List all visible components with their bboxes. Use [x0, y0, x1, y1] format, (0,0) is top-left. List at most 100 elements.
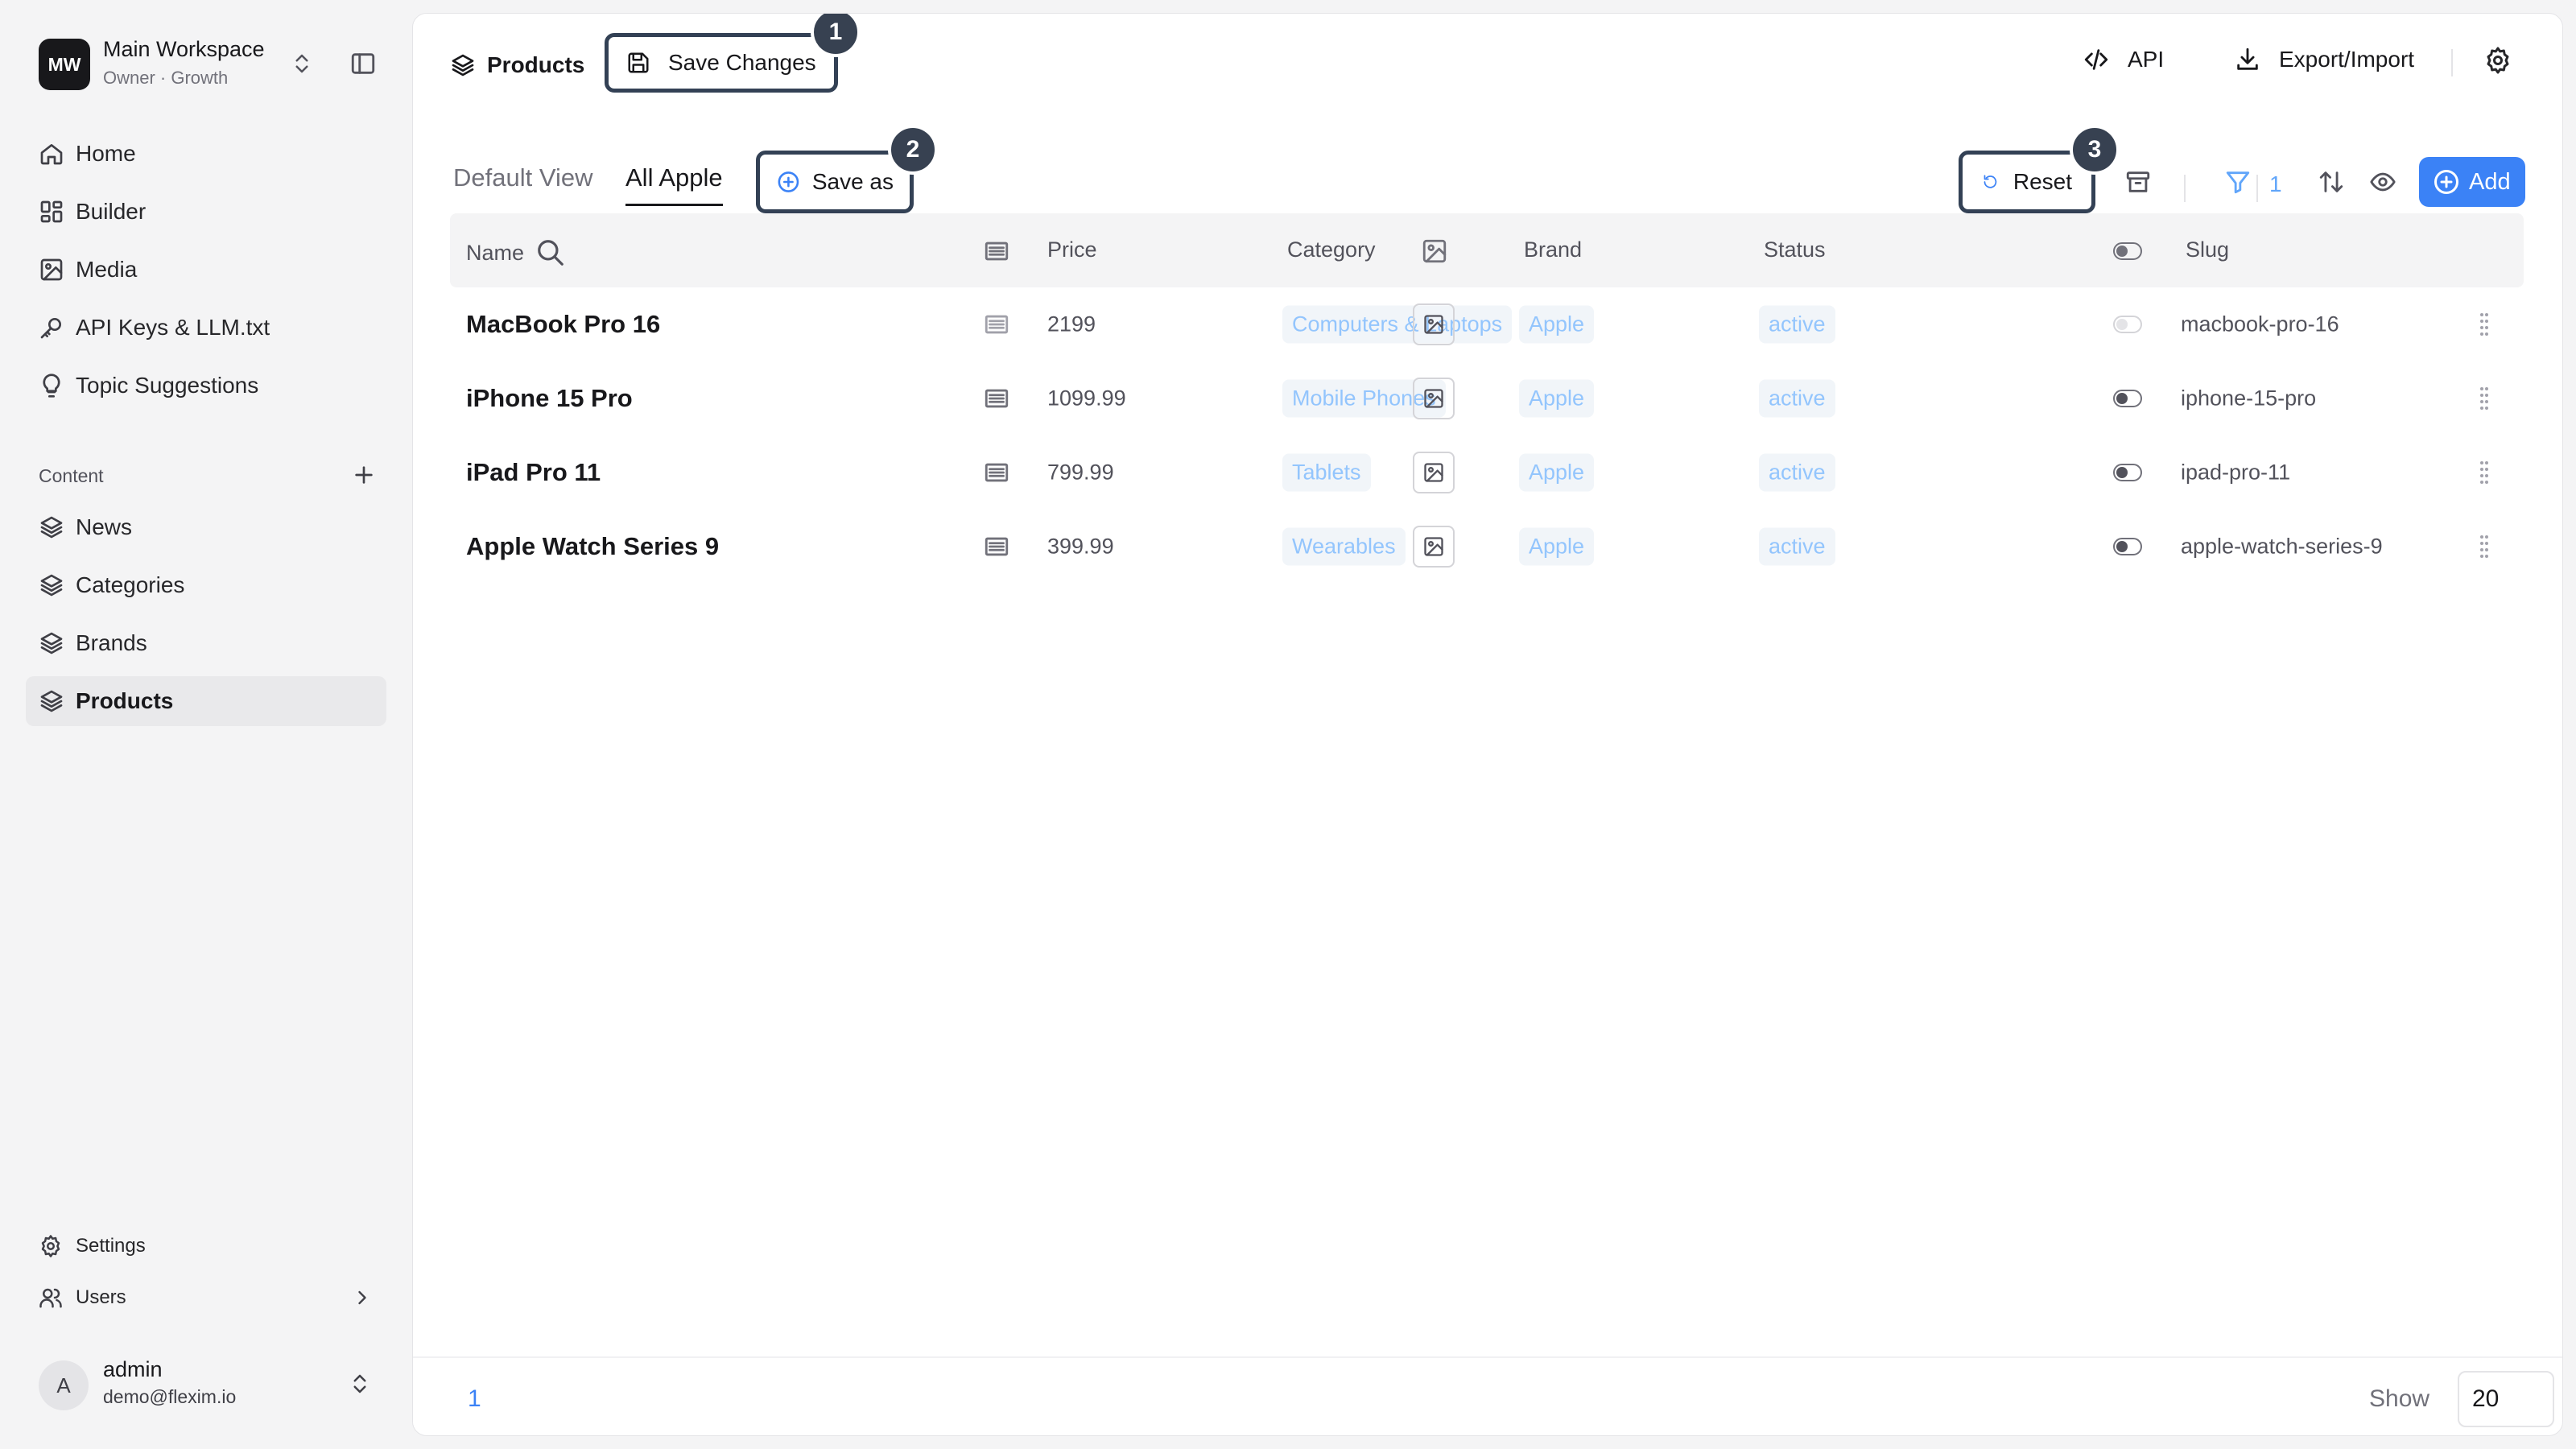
brand-chip[interactable]: Apple [1519, 527, 1595, 566]
export-import-label: Export/Import [2279, 47, 2415, 72]
table-row[interactable]: MacBook Pro 16 2199 Computers & Laptops … [450, 287, 2524, 361]
page-size-input[interactable]: 20 [2458, 1371, 2554, 1427]
row-menu-icon[interactable] [2479, 385, 2490, 412]
chevron-up-down-icon[interactable] [290, 50, 314, 77]
sidebar-item-home[interactable]: Home [26, 129, 386, 179]
toggle-switch[interactable] [2113, 390, 2142, 407]
table-row[interactable]: Apple Watch Series 9 399.99 Wearables Ap… [450, 510, 2524, 584]
table-row[interactable]: iPad Pro 11 799.99 Tablets Apple active … [450, 436, 2524, 510]
add-label: Add [2469, 168, 2511, 195]
sidebar-item-label: News [76, 514, 133, 539]
divider [2184, 175, 2186, 202]
sidebar-item-label: Home [76, 141, 136, 166]
plus-circle-icon [778, 171, 799, 192]
search-icon[interactable] [535, 237, 566, 268]
category-chip[interactable]: Tablets [1282, 453, 1371, 492]
image-thumbnail[interactable] [1413, 378, 1455, 419]
save-as-label: Save as [811, 169, 894, 194]
reset-icon [1984, 175, 1997, 188]
sidebar-item-label: Users [76, 1286, 126, 1308]
column-header-name[interactable]: Name [466, 237, 566, 268]
image-thumbnail[interactable] [1413, 526, 1455, 568]
product-slug: ipad-pro-11 [2181, 460, 2291, 485]
column-header-category[interactable]: Category [1287, 237, 1376, 262]
row-menu-icon[interactable] [2479, 311, 2490, 338]
column-header-status[interactable]: Status [1764, 237, 1826, 262]
table-row[interactable]: iPhone 15 Pro 1099.99 Mobile Phones Appl… [450, 361, 2524, 436]
user-menu[interactable]: A admin demo@flexim.io [39, 1356, 380, 1417]
product-name[interactable]: Apple Watch Series 9 [466, 532, 719, 561]
product-name[interactable]: iPad Pro 11 [466, 458, 601, 487]
sidebar-item-builder[interactable]: Builder [26, 187, 386, 237]
tab-all-apple[interactable]: All Apple [625, 163, 723, 206]
brand-chip[interactable]: Apple [1519, 379, 1595, 418]
column-header-slug[interactable]: Slug [2186, 237, 2229, 262]
product-name[interactable]: MacBook Pro 16 [466, 310, 660, 339]
text-field-icon [985, 242, 1009, 261]
main-panel: Products Save Changes 1 API Export/Impor… [412, 13, 2563, 1436]
sidebar-item-categories[interactable]: Categories [26, 560, 386, 610]
image-thumbnail[interactable] [1413, 303, 1455, 345]
sidebar-item-brands[interactable]: Brands [26, 618, 386, 668]
product-name[interactable]: iPhone 15 Pro [466, 384, 633, 413]
export-import-button[interactable]: Export/Import [2234, 46, 2414, 73]
workspace-name: Main Workspace [103, 37, 265, 61]
workspace-switcher[interactable]: MW Main Workspace Owner · Growth [39, 37, 377, 92]
brand-chip[interactable]: Apple [1519, 305, 1595, 344]
toggle-switch[interactable] [2113, 464, 2142, 481]
sort-icon[interactable] [2318, 168, 2345, 196]
filter-icon[interactable] [2224, 168, 2252, 196]
column-header-brand[interactable]: Brand [1524, 237, 1582, 262]
page-title: Products [487, 52, 585, 77]
sidebar-item-users[interactable]: Users [26, 1277, 386, 1319]
sidebar-item-topic-suggestions[interactable]: Topic Suggestions [26, 361, 386, 411]
sidebar-item-media[interactable]: Media [26, 245, 386, 295]
filter-count: 1 [2269, 171, 2282, 196]
row-menu-icon[interactable] [2479, 459, 2490, 486]
api-button[interactable]: API [2083, 46, 2164, 73]
image-icon [40, 258, 63, 281]
status-badge: active [1759, 527, 1835, 566]
column-label: Name [466, 240, 525, 265]
sidebar-item-label: Categories [76, 572, 185, 597]
brand-chip[interactable]: Apple [1519, 453, 1595, 492]
eye-icon[interactable] [2369, 168, 2396, 196]
archive-icon[interactable] [2124, 168, 2152, 196]
product-price: 2199 [1047, 312, 1096, 336]
image-icon [1424, 389, 1443, 408]
status-badge: active [1759, 379, 1835, 418]
layers-icon [40, 632, 63, 654]
add-button[interactable]: Add [2419, 157, 2525, 207]
layers-icon [40, 690, 63, 712]
category-chip[interactable]: Computers & Laptops [1282, 305, 1513, 344]
toggle-switch[interactable] [2113, 316, 2142, 333]
row-menu-icon[interactable] [2479, 533, 2490, 560]
tab-default-view[interactable]: Default View [453, 163, 592, 204]
gear-icon [41, 1235, 60, 1257]
save-changes-button[interactable]: Save Changes [605, 33, 838, 93]
gear-icon[interactable] [2483, 46, 2512, 75]
sidebar-item-label: Topic Suggestions [76, 373, 259, 398]
image-thumbnail[interactable] [1413, 452, 1455, 493]
sidebar-item-label: Products [76, 688, 174, 713]
sidebar-item-api-keys[interactable]: API Keys & LLM.txt [26, 303, 386, 353]
text-field-icon [985, 463, 1009, 482]
sidebar-item-news[interactable]: News [26, 502, 386, 552]
home-icon [40, 144, 63, 165]
image-icon [1424, 315, 1443, 334]
product-price: 1099.99 [1047, 386, 1126, 411]
column-header-price[interactable]: Price [1047, 237, 1097, 262]
toggle-switch[interactable] [2113, 538, 2142, 555]
product-price: 399.99 [1047, 534, 1114, 559]
sidebar-item-settings[interactable]: Settings [26, 1225, 386, 1267]
pagination-page[interactable]: 1 [468, 1385, 481, 1413]
category-chip[interactable]: Wearables [1282, 527, 1406, 566]
code-icon [2084, 49, 2108, 70]
download-icon [2237, 47, 2258, 70]
lightbulb-icon [43, 374, 60, 398]
sidebar-toggle-icon[interactable] [349, 50, 377, 77]
plus-icon[interactable] [351, 462, 377, 488]
product-price: 799.99 [1047, 460, 1114, 485]
sidebar-item-products[interactable]: Products [26, 676, 386, 726]
divider [2256, 175, 2258, 202]
